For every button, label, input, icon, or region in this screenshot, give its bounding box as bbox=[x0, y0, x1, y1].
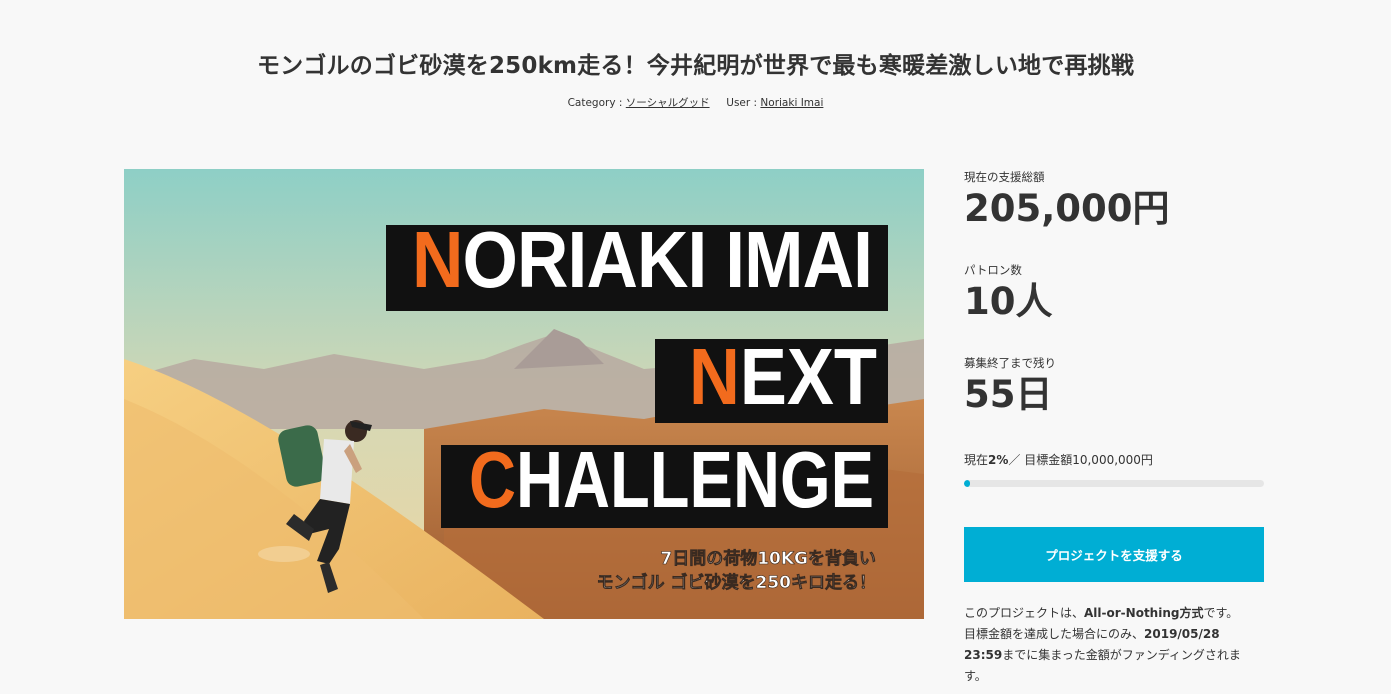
project-meta: Category : ソーシャルグッド User : Noriaki Imai bbox=[0, 95, 1391, 110]
days-remaining-label: 募集終了まで残り bbox=[964, 356, 1056, 370]
support-project-button[interactable]: プロジェクトを支援する bbox=[964, 527, 1264, 582]
progress-text: 現在2%／ 目標金額10,000,000円 bbox=[964, 451, 1153, 468]
progress-goal: 10,000,000円 bbox=[1072, 453, 1153, 467]
project-hero-image: NORIAKI IMAI NEXT CHALLENGE 7日間の荷物10KGを背… bbox=[124, 169, 924, 619]
hero-line3-rest: HALLENGE bbox=[516, 435, 874, 524]
total-funding-stat: 現在の支援総額 205,000円 bbox=[964, 169, 1170, 230]
progress-bar-fill bbox=[964, 480, 970, 487]
hero-caption-2: モンゴル ゴビ砂漠を250キロ走る！ bbox=[597, 572, 876, 593]
hero-line1-accent: N bbox=[412, 215, 463, 304]
note-part-3: までに集まった金額がファンディングされます。 bbox=[964, 648, 1241, 683]
category-prefix: Category : bbox=[567, 97, 626, 109]
hero-caption-1: 7日間の荷物10KGを背負い bbox=[660, 548, 876, 569]
progress-prefix: 現在 bbox=[964, 453, 989, 467]
user-link[interactable]: Noriaki Imai bbox=[760, 97, 823, 109]
category-link[interactable]: ソーシャルグッド bbox=[626, 97, 710, 109]
patron-count-stat: パトロン数 10人 bbox=[964, 262, 1053, 323]
hero-line2-accent: N bbox=[689, 332, 740, 421]
page-title: モンゴルのゴビ砂漠を250km走る！今井紀明が世界で最も寒暖差激しい地で再挑戦 bbox=[256, 53, 1135, 79]
svg-text:CHALLENGE: CHALLENGE bbox=[469, 435, 874, 524]
total-funding-label: 現在の支援総額 bbox=[964, 170, 1045, 184]
progress-middle: ／ 目標金額 bbox=[1008, 453, 1073, 467]
note-method: All-or-Nothing方式 bbox=[1084, 606, 1204, 620]
svg-text:NEXT: NEXT bbox=[689, 332, 877, 421]
funding-note: このプロジェクトは、All-or-Nothing方式です。 目標金額を達成した場… bbox=[964, 603, 1254, 687]
note-part-2: 目標金額を達成した場合にのみ、 bbox=[964, 627, 1145, 641]
user-prefix: User : bbox=[726, 97, 761, 109]
days-remaining-stat: 募集終了まで残り 55日 bbox=[964, 355, 1056, 416]
note-part-1-end: です。 bbox=[1203, 606, 1239, 620]
progress-bar bbox=[964, 480, 1264, 487]
note-part-1: このプロジェクトは、 bbox=[964, 606, 1085, 620]
total-funding-value: 205,000円 bbox=[964, 187, 1170, 230]
hero-line3-accent: C bbox=[469, 435, 516, 524]
days-remaining-value: 55日 bbox=[964, 373, 1053, 416]
svg-text:NORIAKI IMAI: NORIAKI IMAI bbox=[412, 215, 872, 304]
progress-percent: 2% bbox=[988, 453, 1009, 467]
hero-line1-rest: ORIAKI IMAI bbox=[463, 215, 872, 304]
patron-count-value: 10人 bbox=[964, 280, 1053, 323]
patron-count-label: パトロン数 bbox=[964, 263, 1022, 277]
hero-line2-rest: EXT bbox=[740, 332, 877, 421]
